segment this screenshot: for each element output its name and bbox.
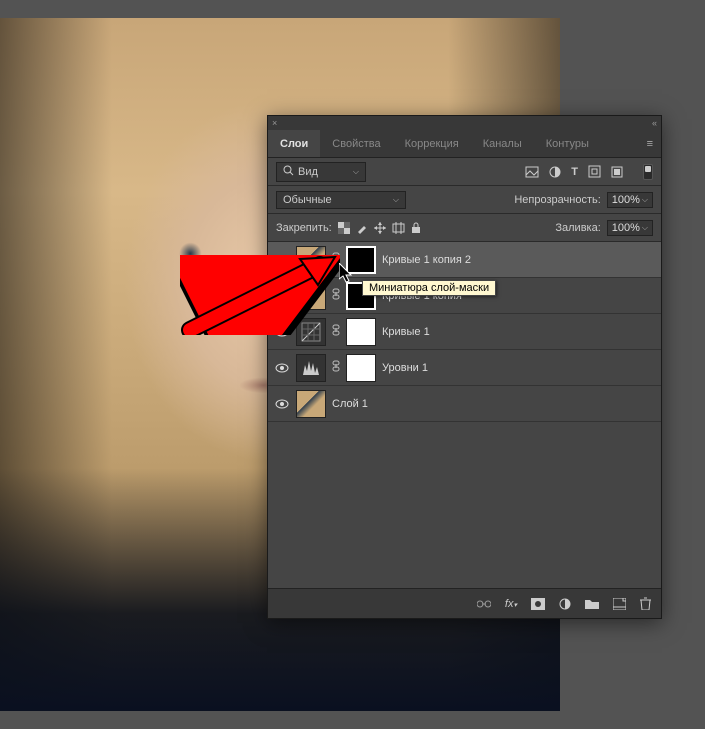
- filter-toggle-switch[interactable]: [643, 164, 653, 180]
- opacity-input[interactable]: 100% ⌵: [607, 192, 653, 208]
- panel-header: × «: [268, 116, 661, 130]
- layer-thumbnail[interactable]: [296, 390, 326, 418]
- adjustment-thumbnail[interactable]: [296, 354, 326, 382]
- filter-type-label: Вид: [298, 166, 318, 178]
- layer-row[interactable]: Кривые 1: [268, 314, 661, 350]
- layer-name[interactable]: Кривые 1: [382, 326, 430, 338]
- blend-mode-dropdown[interactable]: Обычные ⌵: [276, 191, 406, 209]
- fill-label: Заливка:: [555, 222, 600, 234]
- visibility-toggle-icon[interactable]: [274, 360, 290, 376]
- search-icon: [283, 165, 294, 179]
- lock-fill-bar: Закрепить: Заливка: 100% ⌵: [268, 214, 661, 242]
- lock-position-icon[interactable]: [374, 222, 386, 234]
- layer-name[interactable]: Уровни 1: [382, 362, 428, 374]
- opacity-value: 100%: [612, 194, 640, 206]
- new-layer-icon[interactable]: [613, 598, 626, 610]
- collapse-icon[interactable]: «: [652, 118, 657, 128]
- lock-label: Закрепить:: [276, 222, 332, 234]
- layer-row[interactable]: Кривые 1 копия 2: [268, 242, 661, 278]
- lock-all-icon[interactable]: [411, 222, 421, 234]
- opacity-label: Непрозрачность:: [514, 194, 600, 206]
- chevron-down-icon: ⌵: [393, 195, 399, 205]
- layers-panel: × « Слои Свойства Коррекция Каналы Конту…: [267, 115, 662, 619]
- layer-row[interactable]: Слой 1: [268, 386, 661, 422]
- filter-type-icon[interactable]: T: [571, 166, 578, 178]
- visibility-toggle-icon[interactable]: [274, 252, 290, 268]
- tab-layers[interactable]: Слои: [268, 130, 320, 157]
- link-mask-icon[interactable]: [332, 360, 340, 375]
- lock-brush-icon[interactable]: [356, 222, 368, 234]
- visibility-toggle-icon[interactable]: [274, 288, 290, 304]
- layer-name[interactable]: Слой 1: [332, 398, 368, 410]
- adjustment-thumbnail[interactable]: [296, 318, 326, 346]
- blend-opacity-bar: Обычные ⌵ Непрозрачность: 100% ⌵: [268, 186, 661, 214]
- cursor-icon: [339, 263, 355, 285]
- link-layers-icon[interactable]: [477, 599, 491, 609]
- tab-paths[interactable]: Контуры: [534, 130, 601, 157]
- visibility-toggle-icon[interactable]: [274, 324, 290, 340]
- chevron-down-icon: ⌵: [642, 195, 648, 205]
- layer-row[interactable]: Уровни 1: [268, 350, 661, 386]
- mask-thumbnail[interactable]: [346, 318, 376, 346]
- tab-adjustments[interactable]: Коррекция: [393, 130, 471, 157]
- filter-smart-icon[interactable]: [611, 166, 623, 178]
- filter-pixel-icon[interactable]: [525, 166, 539, 178]
- filter-type-dropdown[interactable]: Вид ⌵: [276, 162, 366, 182]
- layers-bottom-toolbar: fx▾: [268, 588, 661, 618]
- filter-shape-icon[interactable]: [588, 165, 601, 178]
- link-mask-icon[interactable]: [332, 324, 340, 339]
- panel-tabs: Слои Свойства Коррекция Каналы Контуры ≡: [268, 130, 661, 158]
- new-group-icon[interactable]: [585, 598, 599, 609]
- link-mask-icon[interactable]: [332, 288, 340, 303]
- tab-channels[interactable]: Каналы: [471, 130, 534, 157]
- blend-mode-value: Обычные: [283, 194, 332, 206]
- chevron-down-icon: ⌵: [642, 223, 648, 233]
- mask-thumbnail[interactable]: [346, 354, 376, 382]
- layer-fx-icon[interactable]: fx▾: [505, 598, 517, 610]
- lock-pixels-icon[interactable]: [338, 222, 350, 234]
- close-icon[interactable]: ×: [272, 118, 277, 128]
- tab-properties[interactable]: Свойства: [320, 130, 392, 157]
- add-mask-icon[interactable]: [531, 598, 545, 610]
- visibility-toggle-icon[interactable]: [274, 396, 290, 412]
- fill-input[interactable]: 100% ⌵: [607, 220, 653, 236]
- mask-tooltip: Миниатюра слой-маски: [362, 280, 496, 296]
- layer-thumbnail[interactable]: [296, 246, 326, 274]
- layer-filter-bar: Вид ⌵ T: [268, 158, 661, 186]
- adjustment-layer-icon[interactable]: [559, 598, 571, 610]
- filter-adjustment-icon[interactable]: [549, 166, 561, 178]
- layer-name[interactable]: Кривые 1 копия 2: [382, 254, 471, 266]
- layer-thumbnail[interactable]: [296, 282, 326, 310]
- chevron-down-icon: ⌵: [353, 167, 359, 177]
- delete-layer-icon[interactable]: [640, 597, 651, 610]
- filter-icons: T: [525, 165, 623, 178]
- panel-menu-icon[interactable]: ≡: [639, 138, 661, 150]
- lock-artboard-icon[interactable]: [392, 222, 405, 234]
- fill-value: 100%: [612, 222, 640, 234]
